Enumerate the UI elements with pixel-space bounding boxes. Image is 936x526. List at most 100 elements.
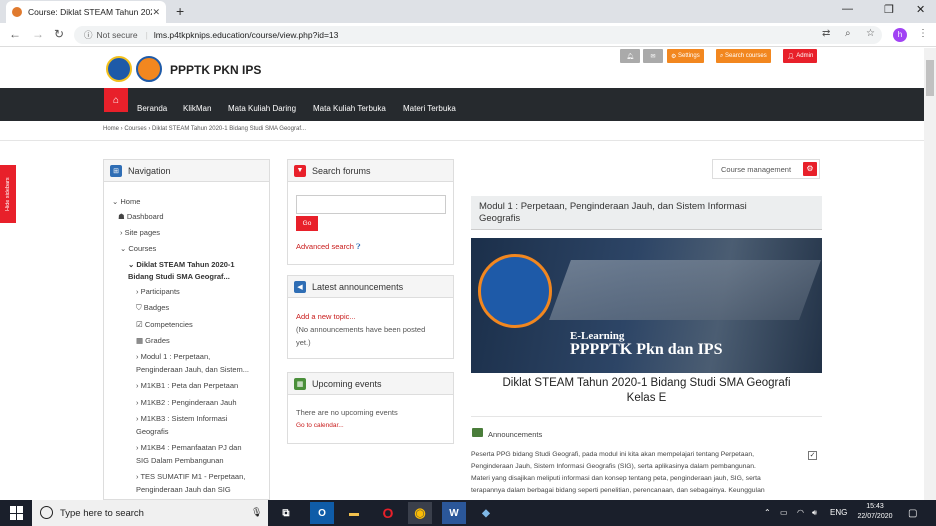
nav-modul-1-cont[interactable]: Penginderaan Jauh, dan Sistem... bbox=[136, 365, 249, 374]
search-forums-input[interactable] bbox=[296, 195, 446, 214]
nav-current-course[interactable]: ⌄ Diklat STEAM Tahun 2020-1 bbox=[128, 260, 235, 269]
search-forums-title: Search forums bbox=[312, 165, 371, 176]
divider bbox=[471, 416, 822, 417]
clock-date: 22/07/2020 bbox=[857, 513, 893, 520]
go-to-calendar-link[interactable]: Go to calendar... bbox=[296, 422, 344, 429]
help-icon[interactable]: ❓︎ bbox=[356, 242, 361, 251]
megaphone-icon: ◀ bbox=[294, 280, 306, 293]
nav-m1kb1[interactable]: › M1KB1 : Peta dan Perpetaan bbox=[136, 381, 238, 390]
taskbar-search[interactable]: Type here to search bbox=[32, 500, 268, 526]
navigation-header[interactable]: ⊞ Navigation bbox=[104, 160, 269, 182]
nav-klikman[interactable]: KlikMan bbox=[183, 104, 211, 113]
wifi-icon[interactable]: ◠ bbox=[797, 508, 804, 517]
notifications-center-icon[interactable]: ▢ bbox=[908, 508, 917, 519]
address-bar[interactable]: ⓘ Not secure | lms.p4tkpknips.education/… bbox=[74, 26, 882, 44]
bookmark-star-icon[interactable]: ☆ bbox=[866, 28, 875, 39]
task-view-icon[interactable]: ⧉ bbox=[274, 502, 298, 524]
translate-icon[interactable]: ⇄ bbox=[822, 28, 830, 39]
clock[interactable]: 15:43 22/07/2020 bbox=[852, 502, 898, 522]
profile-avatar[interactable]: h bbox=[893, 28, 907, 42]
scrollbar-thumb[interactable] bbox=[926, 60, 934, 96]
messages-icon[interactable]: ✉ bbox=[643, 49, 663, 63]
settings-button[interactable]: ⚙ Settings bbox=[667, 49, 704, 63]
advanced-search-link[interactable]: Advanced search ❓︎ bbox=[296, 242, 361, 252]
announcements-link[interactable]: Announcements bbox=[488, 430, 542, 439]
module-title: Modul 1 : Perpetaan, Penginderaan Jauh, … bbox=[479, 201, 747, 212]
battery-icon[interactable]: ▭ bbox=[780, 508, 788, 517]
nav-beranda[interactable]: Beranda bbox=[137, 104, 167, 113]
calendar-icon: ▦ bbox=[294, 377, 306, 390]
word-icon[interactable]: W bbox=[442, 502, 466, 524]
nav-participants[interactable]: › Participants bbox=[136, 287, 180, 296]
close-tab-icon[interactable]: ✕ bbox=[152, 7, 160, 18]
course-title: Diklat STEAM Tahun 2020-1 Bidang Studi S… bbox=[471, 376, 822, 406]
nav-mata-kuliah-daring[interactable]: Mata Kuliah Daring bbox=[228, 104, 296, 113]
sitemap-icon: ⊞ bbox=[110, 164, 122, 177]
nav-badges[interactable]: ⛉ Badges bbox=[136, 303, 169, 313]
volume-icon[interactable]: 🔊︎ bbox=[812, 508, 817, 518]
course-title-line-2: Kelas E bbox=[626, 392, 667, 404]
minimize-button[interactable]: — bbox=[842, 3, 853, 15]
nav-m1kb4-cont[interactable]: SIG Dalam Pembangunan bbox=[136, 456, 224, 465]
nav-site-pages[interactable]: › Site pages bbox=[120, 228, 160, 237]
nav-home[interactable]: ⌄ Home bbox=[112, 197, 140, 206]
language-indicator[interactable]: ENG bbox=[830, 508, 847, 517]
course-title-line-1: Diklat STEAM Tahun 2020-1 Bidang Studi S… bbox=[502, 377, 791, 389]
banner-institution-text: PPPPTK Pkn dan IPS bbox=[570, 341, 723, 358]
nav-m1kb3-cont[interactable]: Geografis bbox=[136, 427, 169, 436]
navigation-block: ⊞ Navigation ⌄ Home ☗ Dashboard › Site p… bbox=[103, 159, 270, 500]
chrome-icon[interactable]: ◉ bbox=[408, 502, 432, 524]
opera-icon[interactable]: O bbox=[376, 502, 400, 524]
reload-icon[interactable]: ↻ bbox=[54, 27, 64, 41]
search-courses-button[interactable]: ⌕ Search courses bbox=[716, 49, 771, 63]
search-forums-header[interactable]: ▼ Search forums bbox=[288, 160, 453, 182]
latest-announcements-header[interactable]: ◀ Latest announcements bbox=[288, 276, 453, 298]
zoom-icon[interactable]: ⌕ bbox=[845, 28, 851, 39]
maximize-button[interactable]: ❐ bbox=[884, 3, 894, 16]
description-line: Penginderaan Jauh, Sistem Informasi Geog… bbox=[471, 463, 756, 470]
latest-announcements-block: ◀ Latest announcements Add a new topic..… bbox=[287, 275, 454, 359]
module-title-cont: Geografis bbox=[479, 213, 521, 224]
nav-materi-terbuka[interactable]: Materi Terbuka bbox=[403, 104, 456, 113]
app-icon[interactable]: ◆ bbox=[474, 502, 498, 524]
windows-start-icon[interactable] bbox=[10, 506, 24, 520]
breadcrumb[interactable]: Home › Courses › Diklat STEAM Tahun 2020… bbox=[103, 126, 306, 132]
nav-current-course-cont[interactable]: Bidang Studi SMA Geograf... bbox=[128, 272, 230, 281]
new-tab-button[interactable]: + bbox=[176, 3, 184, 19]
nav-grades[interactable]: ▦ Grades bbox=[136, 336, 170, 345]
nav-m1kb3[interactable]: › M1KB3 : Sistem Informasi bbox=[136, 414, 227, 423]
chrome-menu-icon[interactable]: ⋮ bbox=[918, 28, 928, 39]
forward-icon[interactable]: → bbox=[32, 27, 44, 41]
back-icon[interactable]: ← bbox=[9, 27, 21, 41]
completion-checkbox[interactable]: ✓ bbox=[808, 451, 817, 460]
upcoming-events-header[interactable]: ▦ Upcoming events bbox=[288, 373, 453, 395]
nav-m1kb2[interactable]: › M1KB2 : Penginderaan Jauh bbox=[136, 398, 237, 407]
home-icon[interactable]: ⌂ bbox=[104, 88, 128, 112]
nav-tes-sumatif-cont[interactable]: Penginderaan Jauh dan SIG bbox=[136, 485, 231, 494]
description-line: terapannya dalam berbagai bidang seperti… bbox=[471, 487, 765, 494]
gear-icon[interactable]: ⚙ bbox=[803, 162, 817, 176]
notifications-icon[interactable]: 🔔︎ bbox=[620, 49, 640, 63]
nav-mata-kuliah-terbuka[interactable]: Mata Kuliah Terbuka bbox=[313, 104, 386, 113]
page-scrollbar[interactable] bbox=[924, 48, 936, 500]
admin-button[interactable]: 👤︎ Admin bbox=[783, 49, 818, 63]
go-button[interactable]: Go bbox=[296, 216, 318, 231]
search-icon bbox=[40, 506, 53, 519]
nav-modul-1[interactable]: › Modul 1 : Perpetaan, bbox=[136, 352, 210, 361]
info-icon[interactable]: ⓘ bbox=[84, 29, 93, 41]
microphone-icon[interactable]: 🎙︎ bbox=[251, 507, 262, 518]
hide-sidebars-button[interactable]: Hide sidebars bbox=[0, 165, 16, 223]
module-header[interactable]: Modul 1 : Perpetaan, Penginderaan Jauh, … bbox=[471, 196, 822, 230]
outlook-icon[interactable]: O bbox=[310, 502, 334, 524]
close-window-button[interactable]: ✕ bbox=[916, 3, 925, 16]
nav-m1kb4[interactable]: › M1KB4 : Pemanfaatan PJ dan bbox=[136, 443, 242, 452]
show-hidden-icons[interactable]: ⌃ bbox=[764, 508, 771, 517]
nav-competencies[interactable]: ☑ Competencies bbox=[136, 320, 193, 329]
file-explorer-icon[interactable]: ▬ bbox=[342, 502, 366, 524]
nav-courses[interactable]: ⌄ Courses bbox=[120, 244, 156, 253]
nav-tes-sumatif[interactable]: › TES SUMATIF M1 - Perpetaan, bbox=[136, 472, 245, 481]
browser-tab[interactable]: Course: Diklat STEAM Tahun 2020-1 B ✕ bbox=[6, 1, 166, 23]
nav-dashboard[interactable]: ☗ Dashboard bbox=[118, 212, 164, 221]
add-topic-link[interactable]: Add a new topic... bbox=[296, 312, 356, 321]
latest-announcements-title: Latest announcements bbox=[312, 281, 404, 292]
